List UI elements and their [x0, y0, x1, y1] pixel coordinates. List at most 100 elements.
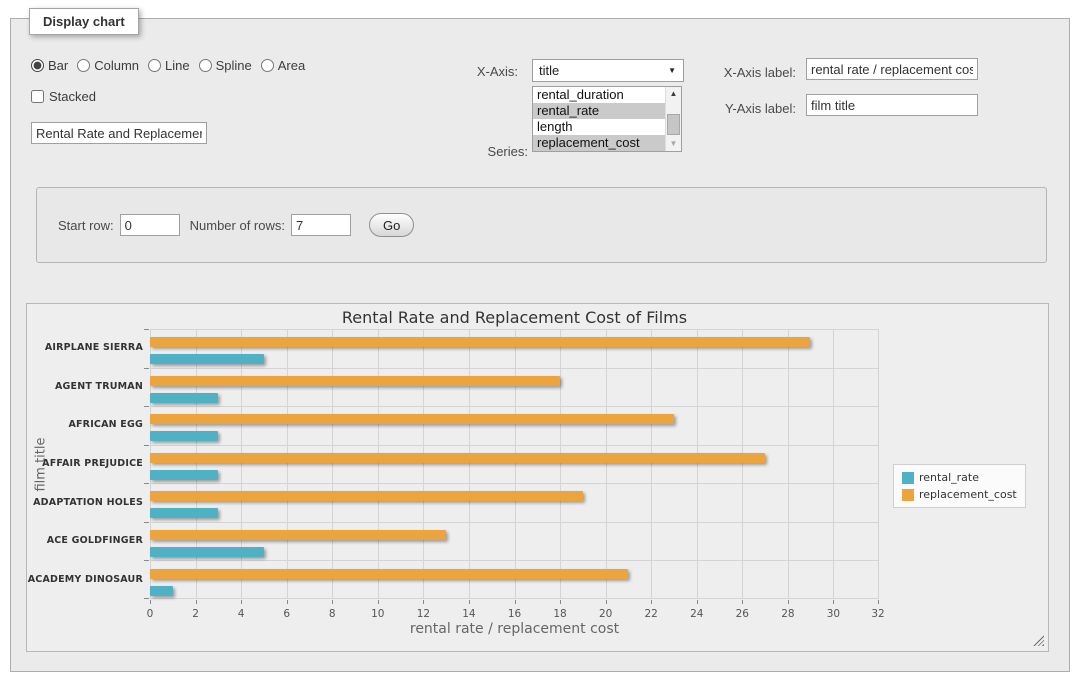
x-axis-tick — [560, 600, 561, 604]
x-axis-tick — [697, 600, 698, 604]
grid-line-horizontal — [150, 406, 879, 407]
x-axis-tick-label: 16 — [495, 608, 535, 620]
go-button[interactable]: Go — [369, 213, 414, 237]
scroll-down-icon[interactable]: ▼ — [666, 137, 681, 151]
x-axis-tick — [515, 600, 516, 604]
x-axis-tick-label: 32 — [858, 608, 898, 620]
stacked-option[interactable]: Stacked — [31, 89, 96, 104]
grid-line-vertical — [150, 329, 151, 599]
x-axis-label-input[interactable] — [806, 58, 978, 80]
series-option-replacement_cost[interactable]: replacement_cost — [533, 135, 665, 151]
series-option-length[interactable]: length — [533, 119, 665, 135]
bar-rental_rate[interactable] — [150, 508, 218, 518]
grid-line-horizontal — [150, 483, 879, 484]
chart-type-radio-spline[interactable] — [199, 59, 212, 72]
x-axis-tick — [196, 600, 197, 604]
series-option-rental_duration[interactable]: rental_duration — [533, 87, 665, 103]
grid-line-vertical — [423, 329, 424, 599]
series-options: rental_durationrental_ratelengthreplacem… — [533, 87, 665, 151]
category-label: AIRPLANE SIERRA — [27, 342, 143, 353]
legend-item-replacement_cost[interactable]: replacement_cost — [902, 488, 1017, 501]
chevron-down-icon: ▼ — [668, 66, 676, 75]
grid-line-vertical — [332, 329, 333, 599]
x-axis-tick-label: 10 — [358, 608, 398, 620]
x-axis-label-field-label: X-Axis label: — [701, 65, 796, 80]
number-of-rows-input[interactable] — [291, 214, 351, 236]
chart-type-option-spline[interactable]: Spline — [199, 58, 252, 73]
series-list-scrollbar[interactable]: ▲ ▼ — [665, 87, 681, 151]
display-chart-panel: Display chart Bar Column Line Spline Are… — [10, 18, 1070, 672]
y-axis-label-field-label: Y-Axis label: — [701, 101, 796, 116]
x-axis-tick-label: 2 — [176, 608, 216, 620]
chart-type-option-bar[interactable]: Bar — [31, 58, 68, 73]
grid-line-vertical — [788, 329, 789, 599]
bar-rental_rate[interactable] — [150, 354, 264, 364]
x-axis-tick-label: 12 — [403, 608, 443, 620]
grid-line-vertical — [196, 329, 197, 599]
x-axis-select-label: X-Axis: — [433, 64, 518, 79]
x-axis-tick-label: 22 — [631, 608, 671, 620]
y-axis-label-input[interactable] — [806, 94, 978, 116]
bar-replacement_cost[interactable] — [150, 569, 628, 579]
x-axis-tick-label: 18 — [540, 608, 580, 620]
bar-rental_rate[interactable] — [150, 470, 218, 480]
x-axis-tick-label: 8 — [312, 608, 352, 620]
chart-title-input[interactable] — [31, 122, 207, 144]
scroll-up-icon[interactable]: ▲ — [666, 87, 681, 101]
plot-area: 02468101214161820222426283032 — [150, 329, 879, 599]
grid-line-horizontal — [150, 522, 879, 523]
chart-type-radio-group: Bar Column Line Spline Area — [31, 58, 305, 73]
chart-type-option-column[interactable]: Column — [77, 58, 139, 73]
chart-type-radio-line[interactable] — [148, 59, 161, 72]
y-axis-tick — [144, 445, 149, 446]
bar-replacement_cost[interactable] — [150, 530, 446, 540]
legend-item-rental_rate[interactable]: rental_rate — [902, 471, 1017, 484]
chart-type-radio-area[interactable] — [261, 59, 274, 72]
series-listbox[interactable]: rental_durationrental_ratelengthreplacem… — [532, 86, 682, 152]
grid-line-horizontal — [150, 329, 879, 330]
chart-type-label-spline: Spline — [216, 58, 252, 73]
start-row-input[interactable] — [120, 214, 180, 236]
bar-replacement_cost[interactable] — [150, 491, 583, 501]
grid-line-vertical — [651, 329, 652, 599]
series-option-rental_rate[interactable]: rental_rate — [533, 103, 665, 119]
x-axis-tick-label: 26 — [722, 608, 762, 620]
x-axis-tick — [651, 600, 652, 604]
chart-legend: rental_rate replacement_cost — [893, 464, 1026, 508]
chart-type-option-line[interactable]: Line — [148, 58, 190, 73]
x-axis-tick — [287, 600, 288, 604]
x-axis-tick-label: 28 — [768, 608, 808, 620]
bar-rental_rate[interactable] — [150, 547, 264, 557]
x-axis-title: rental rate / replacement cost — [150, 621, 879, 637]
x-axis-tick-label: 6 — [267, 608, 307, 620]
grid-line-vertical — [878, 329, 879, 599]
bar-replacement_cost[interactable] — [150, 453, 765, 463]
x-axis-selected-value: title — [533, 63, 559, 78]
chart-type-radio-column[interactable] — [77, 59, 90, 72]
grid-line-horizontal — [150, 598, 879, 599]
grid-line-horizontal — [150, 445, 879, 446]
x-axis-tick — [878, 600, 879, 604]
bar-rental_rate[interactable] — [150, 393, 218, 403]
panel-title: Display chart — [29, 8, 139, 35]
x-axis-tick — [833, 600, 834, 604]
x-axis-tick — [469, 600, 470, 604]
bar-replacement_cost[interactable] — [150, 337, 810, 347]
resize-grip-icon[interactable] — [1033, 635, 1044, 646]
bar-rental_rate[interactable] — [150, 431, 218, 441]
grid-line-vertical — [560, 329, 561, 599]
bar-rental_rate[interactable] — [150, 586, 173, 596]
stacked-checkbox[interactable] — [31, 90, 44, 103]
bar-replacement_cost[interactable] — [150, 376, 560, 386]
bar-replacement_cost[interactable] — [150, 414, 674, 424]
x-axis-tick — [378, 600, 379, 604]
x-axis-select[interactable]: title ▼ — [532, 59, 684, 82]
category-label: AFFAIR PREJUDICE — [27, 458, 143, 469]
chart-type-option-area[interactable]: Area — [261, 58, 305, 73]
scrollbar-thumb[interactable] — [667, 114, 680, 135]
chart-type-radio-bar[interactable] — [31, 59, 44, 72]
x-axis-tick — [742, 600, 743, 604]
chart-title: Rental Rate and Replacement Cost of Film… — [150, 308, 879, 327]
x-axis-tick-label: 20 — [586, 608, 626, 620]
x-axis-tick-label: 14 — [449, 608, 489, 620]
